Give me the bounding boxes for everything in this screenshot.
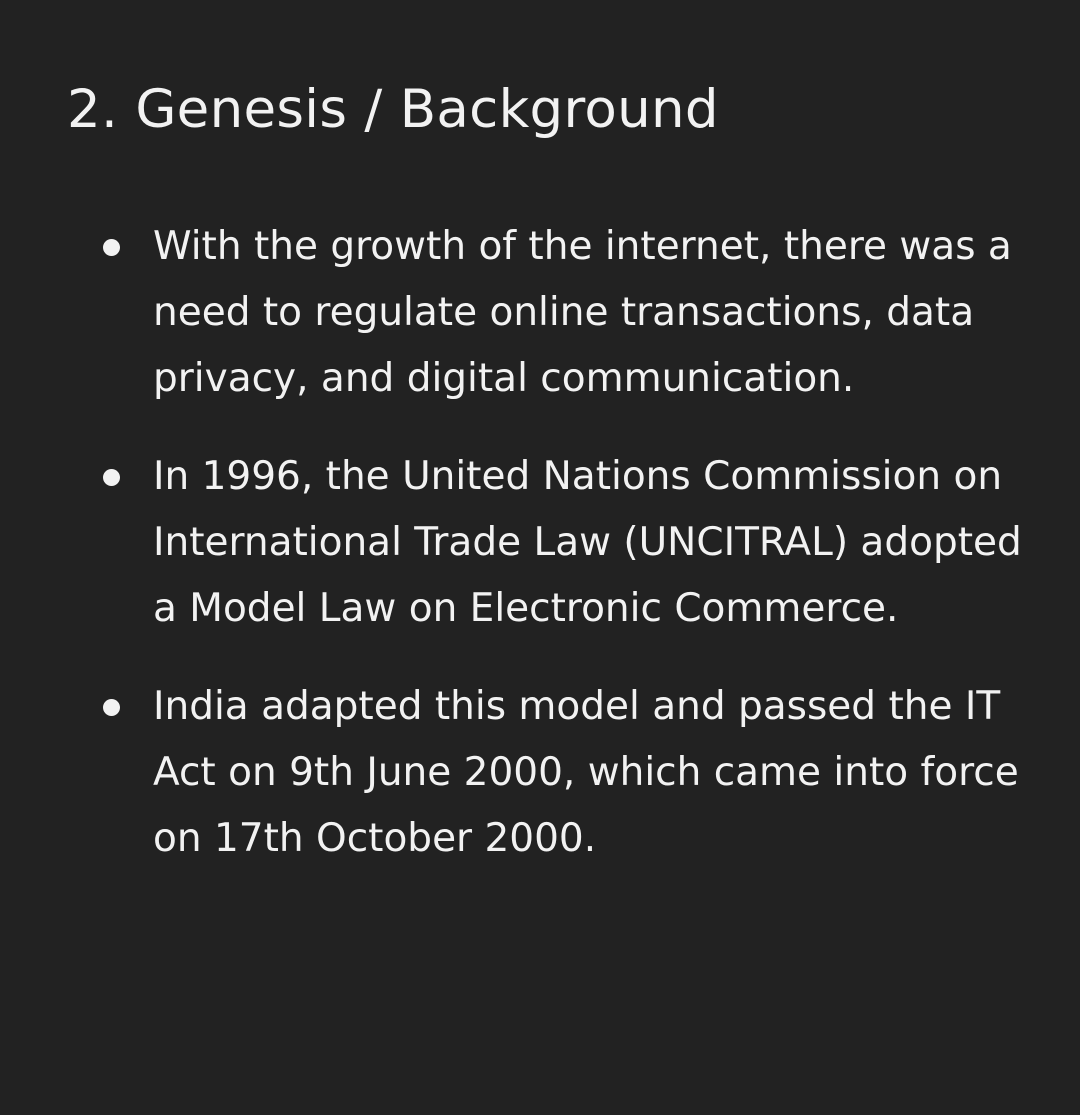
bullet-text: India adapted this model and passed the [153,684,965,729]
document-content: 2. Genesis / Background With the growth … [67,78,1027,861]
bullet-emphasis: internet [604,224,760,269]
bullet-text: . [583,816,597,861]
bullet-text: In 1996, the [153,454,403,499]
bullet-dot-icon [103,239,120,256]
bullet-dot-icon [103,699,120,716]
bullet-dot-icon [103,469,120,486]
bullet-item-uncitral: In 1996, the United Nations Commission o… [67,444,1027,642]
bullet-item-internet-growth: With the growth of the internet, there w… [67,214,1027,412]
bullet-text: With the growth of the [153,224,605,269]
bullet-list: With the growth of the internet, there w… [67,214,1027,904]
bullet-emphasis: 17th October 2000 [213,816,584,861]
bullet-item-india-it-act: India adapted this model and passed the … [67,674,1027,872]
section-heading: 2. Genesis / Background [67,79,719,140]
bullet-text: . [886,586,899,631]
bullet-emphasis: Model Law on Electronic Commerce [189,586,887,631]
